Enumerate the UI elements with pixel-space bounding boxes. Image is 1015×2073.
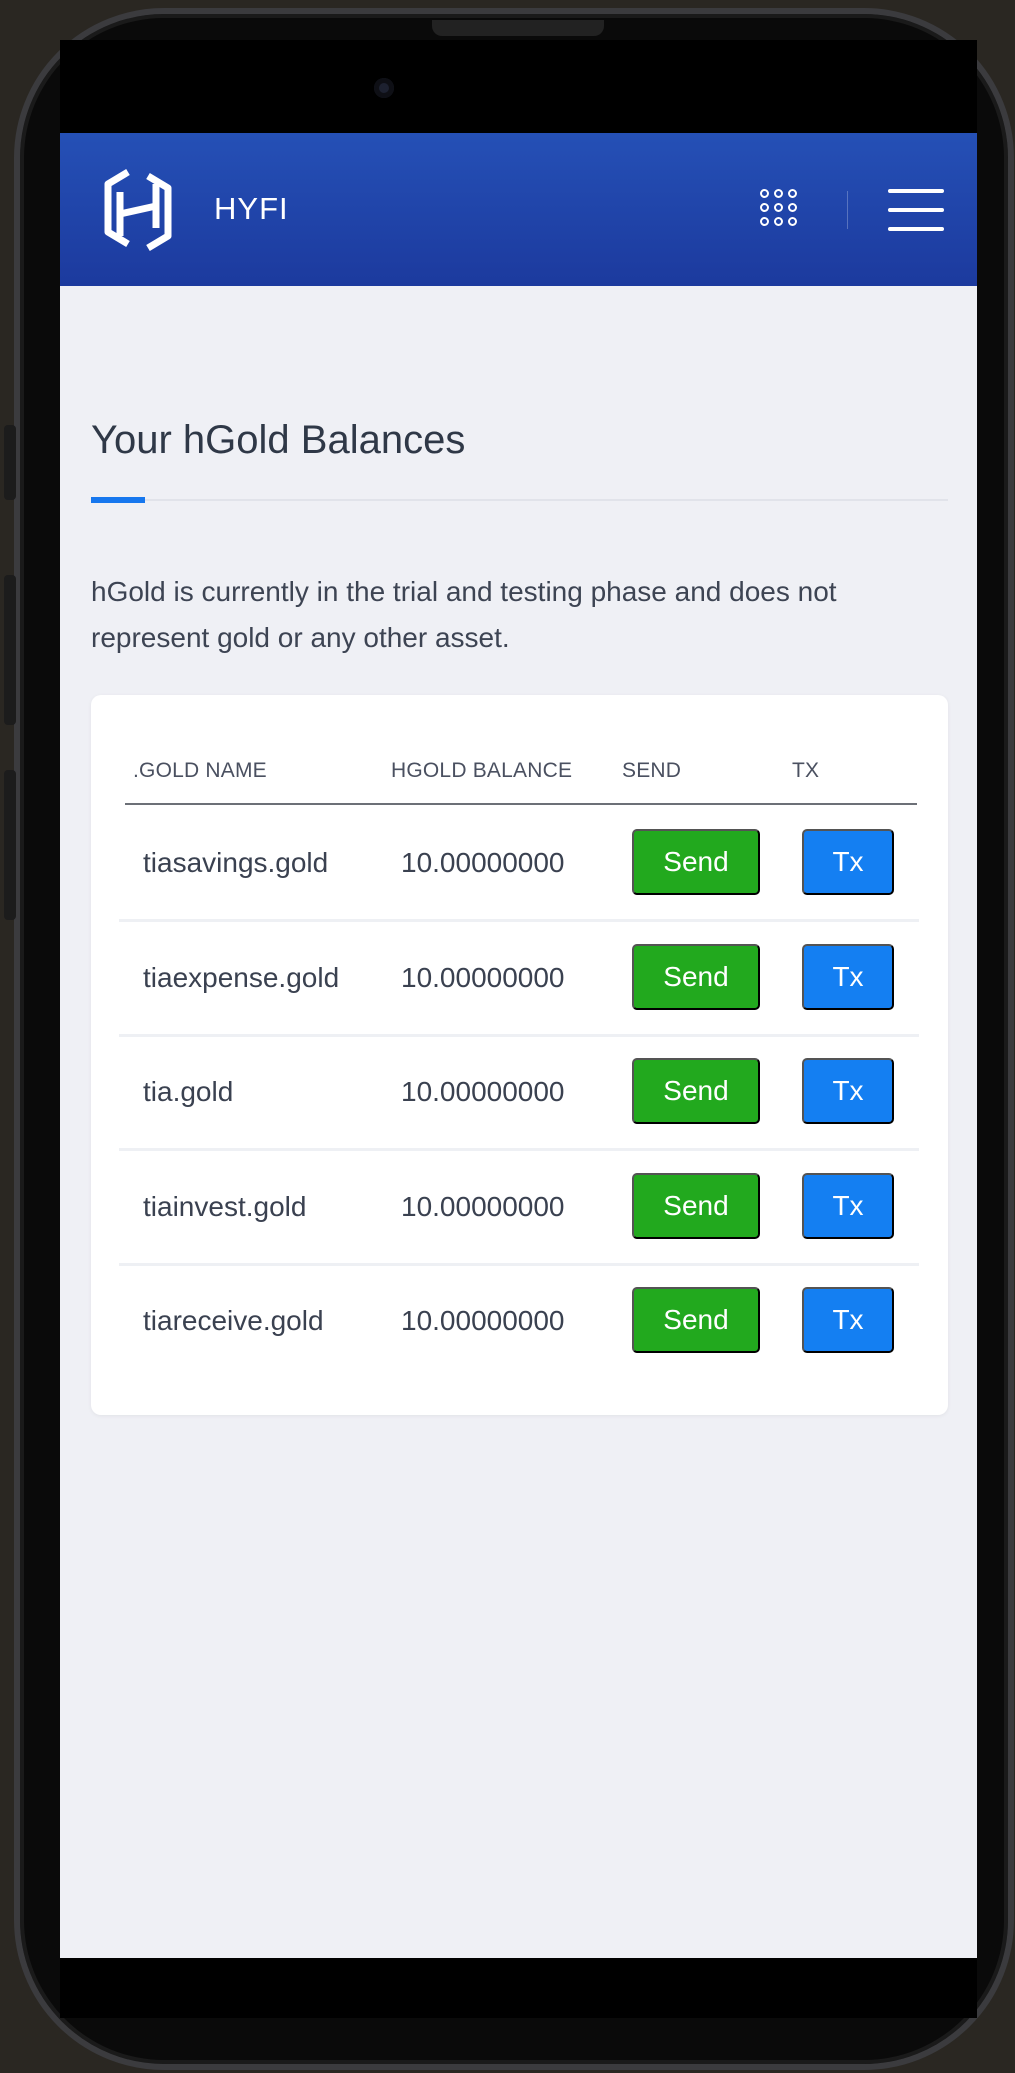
tx-button[interactable]: Tx [802, 1287, 894, 1353]
column-header-tx: TX [792, 759, 820, 782]
tx-button[interactable]: Tx [802, 1058, 894, 1124]
apps-grid-dot [774, 189, 783, 198]
apps-grid-dot [788, 203, 797, 212]
tx-button[interactable]: Tx [802, 1173, 894, 1239]
earpiece-speaker [432, 20, 604, 36]
balance-cell: 10.00000000 [401, 1305, 565, 1336]
apps-grid-dot [760, 203, 769, 212]
gold-name-cell: tiasavings.gold [143, 847, 329, 878]
menu-line [888, 189, 944, 193]
app-screen: HYFI Your hGold Balances hGold is curren… [60, 133, 977, 1958]
disclaimer-text: hGold is currently in the trial and test… [91, 576, 837, 653]
phone-volume-up-button [4, 575, 16, 725]
table-row: tiainvest.gold 10.00000000 Send Tx [119, 1151, 919, 1266]
home-indicator-area [60, 1958, 977, 2018]
top-navigation-bar: HYFI [60, 133, 977, 286]
balance-cell: 10.00000000 [401, 847, 565, 878]
balances-table-card: .GOLD NAME HGOLD BALANCE SEND TX tiasavi… [91, 695, 948, 1415]
table-header: .GOLD NAME HGOLD BALANCE SEND TX [125, 747, 917, 805]
menu-line [888, 208, 944, 212]
send-button[interactable]: Send [632, 1287, 760, 1353]
column-header-send: SEND [622, 759, 682, 782]
title-accent-bar [91, 497, 145, 503]
send-button[interactable]: Send [632, 829, 760, 895]
balance-cell: 10.00000000 [401, 1191, 565, 1222]
table-row: tiareceive.gold 10.00000000 Send Tx [119, 1265, 919, 1380]
brand-name: HYFI [214, 191, 289, 226]
gold-name-cell: tia.gold [143, 1076, 234, 1107]
tx-button[interactable]: Tx [802, 944, 894, 1010]
apps-grid-dot [774, 217, 783, 226]
gold-name-cell: tiainvest.gold [143, 1191, 307, 1222]
table-row: tiasavings.gold 10.00000000 Send Tx [119, 807, 919, 922]
balance-cell: 10.00000000 [401, 1076, 565, 1107]
apps-grid-dot [760, 189, 769, 198]
hyfi-logo-icon[interactable] [102, 166, 174, 254]
gold-name-cell: tiareceive.gold [143, 1305, 324, 1336]
table-row: tiaexpense.gold 10.00000000 Send Tx [119, 922, 919, 1037]
balance-cell: 10.00000000 [401, 962, 565, 993]
send-button[interactable]: Send [632, 1058, 760, 1124]
gold-name-cell: tiaexpense.gold [143, 962, 340, 993]
tx-button[interactable]: Tx [802, 829, 894, 895]
hamburger-menu-icon[interactable] [888, 189, 944, 231]
phone-mute-switch [4, 425, 16, 500]
send-button[interactable]: Send [632, 1173, 760, 1239]
column-header-hgold-balance: HGOLD BALANCE [391, 759, 573, 782]
apps-grid-dot [788, 189, 797, 198]
apps-grid-icon[interactable] [760, 189, 804, 233]
page-title: Your hGold Balances [91, 418, 466, 462]
apps-grid-dot [760, 217, 769, 226]
send-button[interactable]: Send [632, 944, 760, 1010]
table-row: tia.gold 10.00000000 Send Tx [119, 1036, 919, 1151]
menu-line [888, 227, 944, 231]
apps-grid-dot [788, 217, 797, 226]
front-camera-icon [374, 78, 394, 98]
column-header-gold-name: .GOLD NAME [133, 759, 267, 782]
title-divider [91, 499, 948, 501]
header-divider [847, 191, 848, 229]
phone-volume-down-button [4, 770, 16, 920]
apps-grid-dot [774, 203, 783, 212]
